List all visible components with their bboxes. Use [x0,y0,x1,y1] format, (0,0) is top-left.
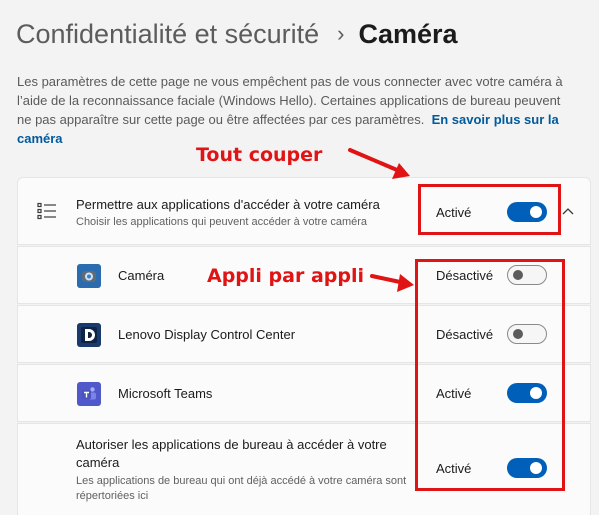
arrow-to-app-toggles [370,274,414,292]
arrow-to-main-toggle [348,148,410,179]
annotation-arrows [348,148,414,292]
